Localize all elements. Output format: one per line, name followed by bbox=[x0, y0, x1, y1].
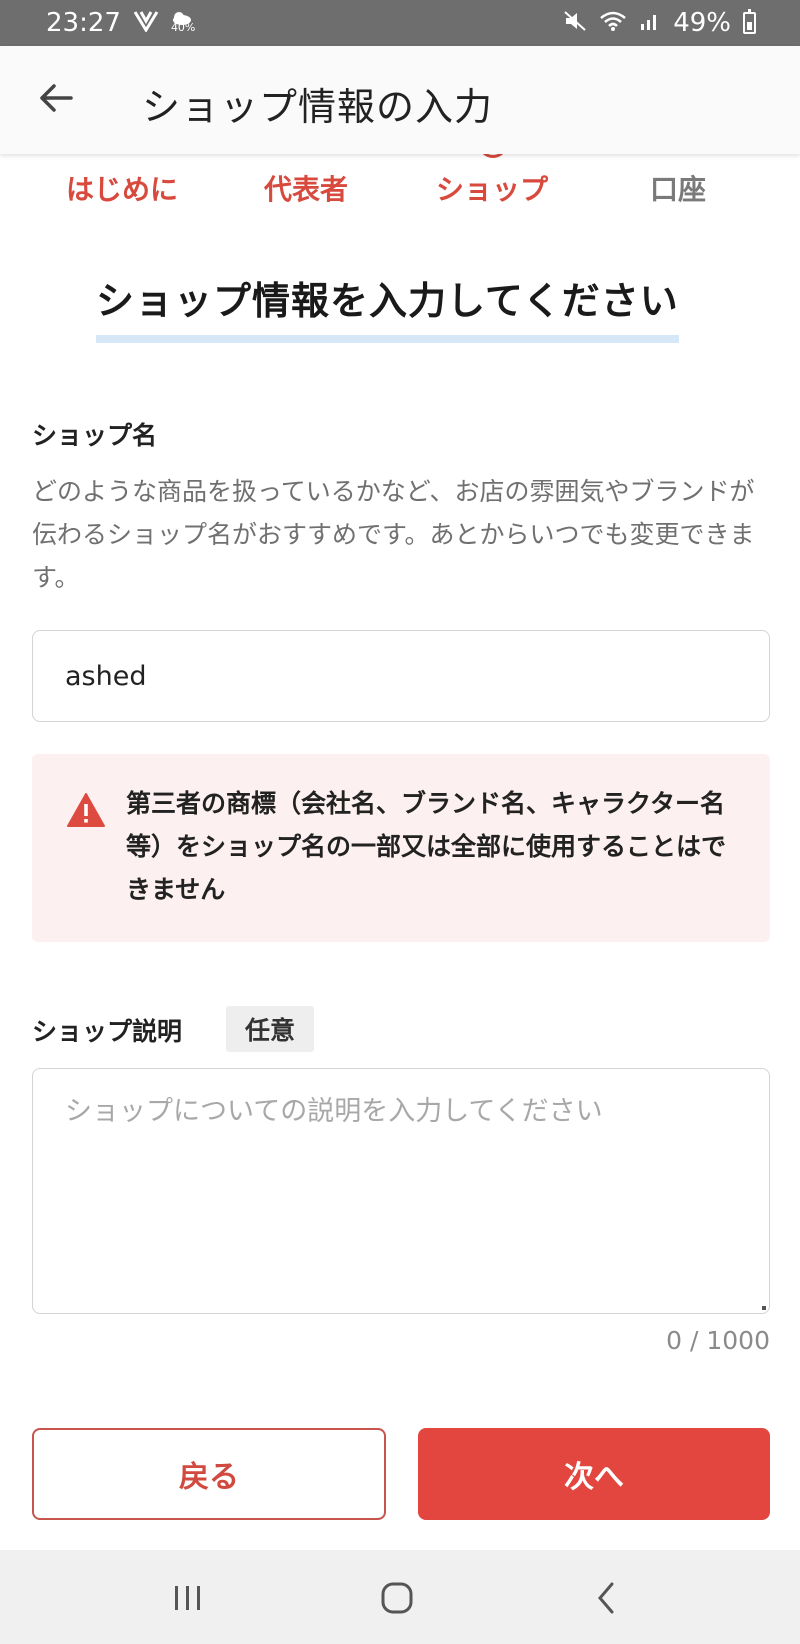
next-button[interactable]: 次へ bbox=[418, 1428, 770, 1520]
signal-icon bbox=[639, 10, 661, 37]
resize-grip-icon[interactable] bbox=[762, 1306, 766, 1310]
nav-back-icon[interactable] bbox=[576, 1574, 636, 1622]
system-nav-bar bbox=[0, 1550, 800, 1644]
warning-icon bbox=[66, 792, 106, 828]
step-indicator: はじめに 代表者 ショップ 口座 bbox=[0, 160, 800, 210]
shop-name-input[interactable]: ashed bbox=[32, 630, 770, 722]
battery-percent: 49% bbox=[673, 8, 731, 38]
back-arrow-icon[interactable] bbox=[34, 76, 78, 120]
status-time: 23:27 bbox=[46, 8, 121, 38]
step-intro: はじめに bbox=[66, 173, 179, 206]
vpn-app-icon bbox=[133, 10, 159, 37]
shop-description-textarea[interactable]: ショップについての説明を入力してください bbox=[32, 1068, 770, 1314]
shop-description-placeholder: ショップについての説明を入力してください bbox=[65, 1096, 603, 1127]
weather-percent: 40% bbox=[170, 21, 196, 34]
battery-icon bbox=[743, 9, 756, 34]
back-button[interactable]: 戻る bbox=[32, 1428, 386, 1520]
warning-text: 第三者の商標（会社名、ブランド名、キャラクター名等）をショップ名の一部又は全部に… bbox=[126, 789, 727, 904]
section-heading: ショップ情報を入力してください bbox=[96, 270, 679, 343]
optional-badge: 任意 bbox=[226, 1006, 314, 1052]
status-bar: 23:27 40% 49% bbox=[0, 0, 800, 46]
shop-description-label: ショップ説明 bbox=[32, 1017, 183, 1046]
recent-apps-icon[interactable] bbox=[158, 1574, 218, 1622]
wifi-icon bbox=[599, 10, 627, 37]
mute-icon bbox=[563, 10, 587, 37]
trademark-warning: 第三者の商標（会社名、ブランド名、キャラクター名等）をショップ名の一部又は全部に… bbox=[32, 754, 770, 942]
page-title: ショップ情報の入力 bbox=[142, 85, 494, 129]
step-shop: ショップ bbox=[436, 173, 549, 206]
shop-name-value: ashed bbox=[65, 660, 147, 692]
character-counter: 0 / 1000 bbox=[666, 1326, 770, 1355]
app-bar: ショップ情報の入力 bbox=[0, 46, 800, 154]
step-representative: 代表者 bbox=[264, 173, 349, 206]
shop-name-label: ショップ名 bbox=[32, 421, 158, 450]
status-right: 49% bbox=[563, 8, 756, 38]
weather-icon: 40% bbox=[171, 8, 197, 38]
step-bank-account: 口座 bbox=[650, 173, 707, 206]
shop-name-helper: どのような商品を扱っているかなど、お店の雰囲気やブランドが伝わるショップ名がおす… bbox=[32, 477, 755, 592]
status-left: 23:27 40% bbox=[46, 8, 197, 38]
home-icon[interactable] bbox=[367, 1574, 427, 1622]
